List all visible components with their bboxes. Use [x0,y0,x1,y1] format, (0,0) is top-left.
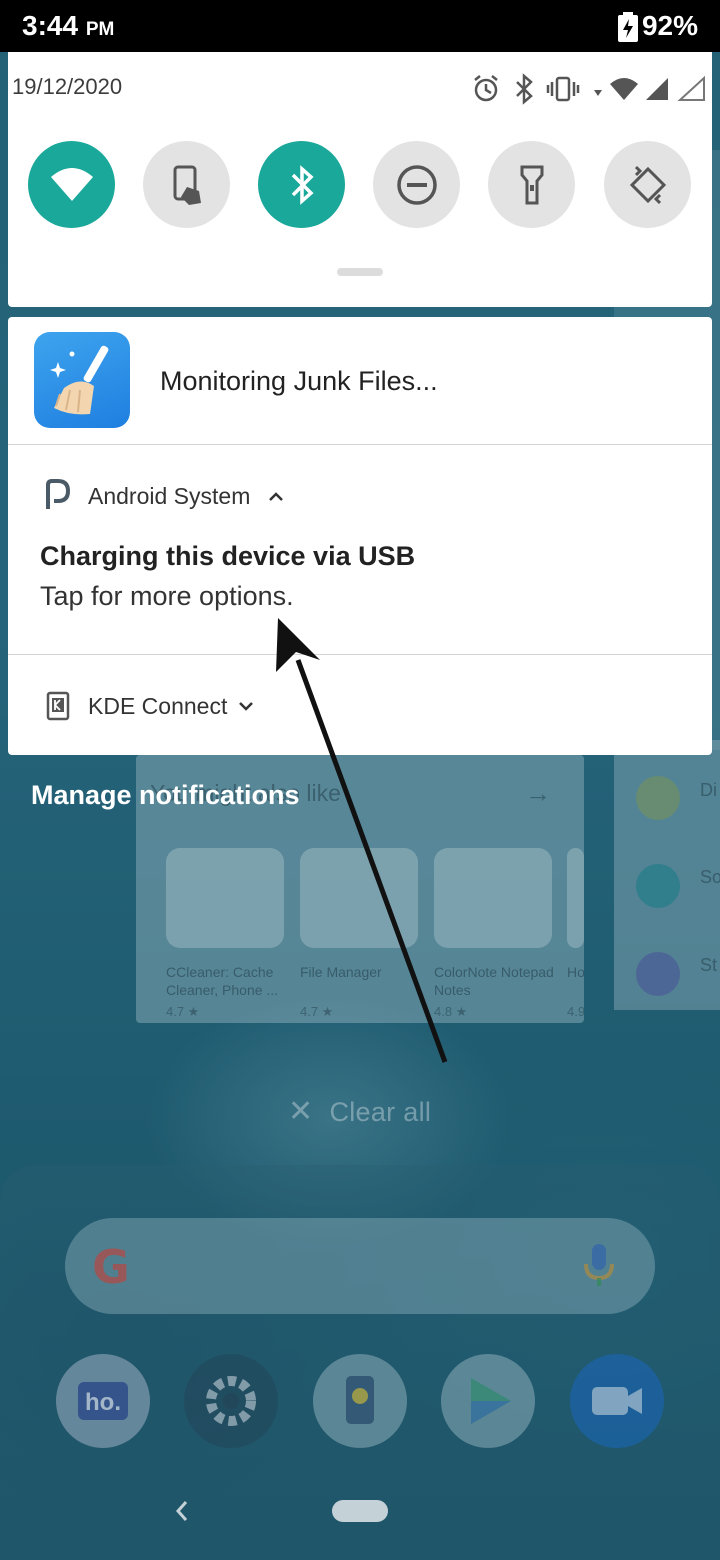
alarm-icon [474,75,498,102]
clock: 3:44 PM [22,10,115,41]
dnd-icon [396,164,437,205]
bluetooth-icon [516,73,533,105]
battery-percent: 92% [641,10,698,41]
notification-title[interactable]: Charging this device via USB [40,541,415,572]
notification-app-name[interactable]: KDE Connect [88,693,227,720]
android-p-icon [46,479,70,509]
divider [8,654,712,655]
qs-tile-wifi[interactable] [28,141,115,228]
wifi-signal-icon [610,78,638,100]
qs-tile-auto-rotate[interactable] [604,141,691,228]
rotate-icon [629,165,666,204]
date-label[interactable]: 19/12/2020 [12,74,122,100]
notification-title[interactable]: Monitoring Junk Files... [160,366,438,397]
phone-hand-icon [173,165,201,205]
battery-charging-icon [618,12,638,42]
qs-tile-bluetooth[interactable] [258,141,345,228]
kde-connect-icon [46,691,70,721]
vibrate-icon [546,76,580,102]
bluetooth-icon [291,164,314,205]
chevron-up-icon[interactable] [268,490,284,502]
cell-signal-icon [646,78,668,100]
cell-signal-empty-icon [677,75,705,101]
manage-notifications-button[interactable]: Manage notifications [31,780,300,811]
notification-text[interactable]: Tap for more options. [40,581,294,612]
arrow-down-icon [594,90,602,96]
divider [8,444,712,445]
chevron-down-icon[interactable] [238,700,254,712]
broom-icon[interactable] [34,332,130,428]
status-icons [474,73,705,105]
qs-tile-screen-cast[interactable] [143,141,230,228]
wifi-icon [50,167,93,201]
notification-app-name[interactable]: Android System [88,483,250,510]
expand-handle[interactable] [337,268,383,276]
qs-tile-dnd[interactable] [373,141,460,228]
flashlight-icon [520,165,543,204]
qs-tile-flashlight[interactable] [488,141,575,228]
status-bar: 3:44 PM 92% [0,0,720,52]
